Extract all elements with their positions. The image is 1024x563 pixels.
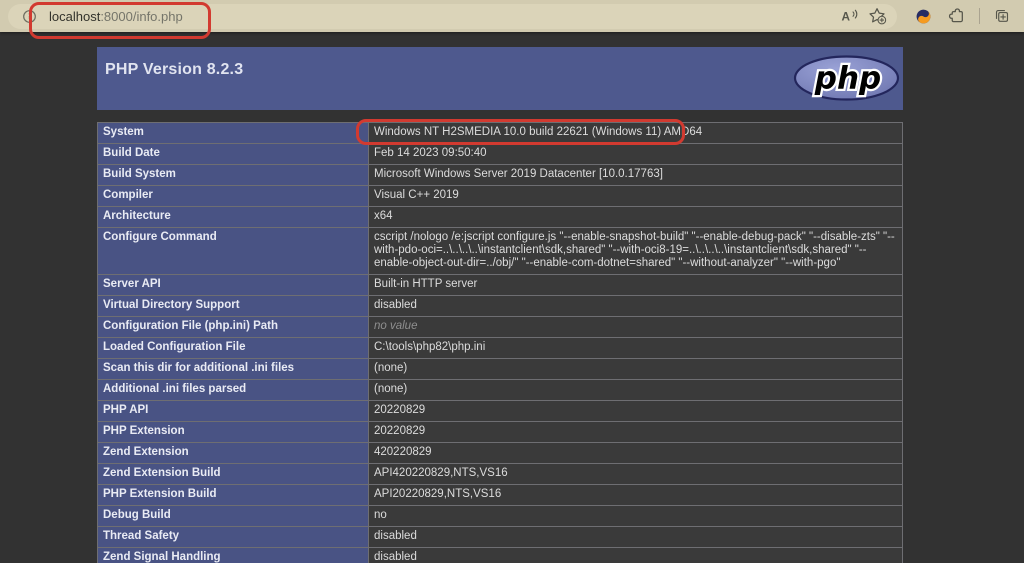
page-title: PHP Version 8.2.3: [97, 47, 903, 79]
table-row: Debug Buildno: [98, 506, 903, 527]
row-value: C:\tools\php82\php.ini: [369, 338, 903, 359]
row-value: 20220829: [369, 401, 903, 422]
table-row: SystemWindows NT H2SMEDIA 10.0 build 226…: [98, 123, 903, 144]
phpinfo-page: PHP Version 8.2.3 php SystemWindows NT H…: [0, 32, 1024, 563]
table-row: Configuration File (php.ini) Pathno valu…: [98, 317, 903, 338]
row-label: Additional .ini files parsed: [98, 380, 369, 401]
svg-text:A: A: [841, 11, 850, 24]
site-info-icon[interactable]: [17, 4, 41, 28]
table-row: PHP API20220829: [98, 401, 903, 422]
table-row: PHP Extension20220829: [98, 422, 903, 443]
table-row: Zend Signal Handlingdisabled: [98, 548, 903, 563]
collections-icon[interactable]: [990, 4, 1014, 28]
row-label: Configure Command: [98, 228, 369, 275]
row-label: Server API: [98, 275, 369, 296]
row-label: System: [98, 123, 369, 144]
row-label: Build System: [98, 165, 369, 186]
url-host: localhost: [49, 9, 100, 24]
row-label: Scan this dir for additional .ini files: [98, 359, 369, 380]
table-row: Zend Extension420220829: [98, 443, 903, 464]
row-label: Architecture: [98, 207, 369, 228]
table-row: Virtual Directory Supportdisabled: [98, 296, 903, 317]
table-row: CompilerVisual C++ 2019: [98, 186, 903, 207]
phpinfo-content: PHP Version 8.2.3 php SystemWindows NT H…: [97, 47, 903, 563]
row-label: Zend Extension: [98, 443, 369, 464]
row-value: x64: [369, 207, 903, 228]
row-value: 20220829: [369, 422, 903, 443]
row-label: Debug Build: [98, 506, 369, 527]
row-value: no: [369, 506, 903, 527]
row-value: (none): [369, 359, 903, 380]
row-label: Zend Signal Handling: [98, 548, 369, 563]
row-value: Microsoft Windows Server 2019 Datacenter…: [369, 165, 903, 186]
row-value: Feb 14 2023 09:50:40: [369, 144, 903, 165]
extensions-puzzle-icon[interactable]: [945, 4, 969, 28]
row-label: PHP Extension: [98, 422, 369, 443]
row-label: PHP API: [98, 401, 369, 422]
address-bar-actions: A: [837, 4, 889, 28]
table-row: PHP Extension BuildAPI20220829,NTS,VS16: [98, 485, 903, 506]
row-value: (none): [369, 380, 903, 401]
row-label: Compiler: [98, 186, 369, 207]
phpinfo-table-body: SystemWindows NT H2SMEDIA 10.0 build 226…: [98, 123, 903, 563]
add-favorites-icon[interactable]: [865, 4, 889, 28]
table-row: Configure Commandcscript /nologo /e:jscr…: [98, 228, 903, 275]
phpinfo-header: PHP Version 8.2.3 php: [97, 47, 903, 110]
row-value: disabled: [369, 548, 903, 563]
address-bar[interactable]: localhost:8000/info.php A: [8, 4, 897, 29]
table-row: Architecturex64: [98, 207, 903, 228]
read-aloud-icon[interactable]: A: [837, 4, 861, 28]
row-value: API20220829,NTS,VS16: [369, 485, 903, 506]
table-row: Zend Extension BuildAPI420220829,NTS,VS1…: [98, 464, 903, 485]
row-value: Built-in HTTP server: [369, 275, 903, 296]
row-label: PHP Extension Build: [98, 485, 369, 506]
phpinfo-table: SystemWindows NT H2SMEDIA 10.0 build 226…: [97, 122, 903, 563]
row-label: Zend Extension Build: [98, 464, 369, 485]
url-path: :8000/info.php: [100, 9, 182, 24]
php-logo: php: [793, 55, 900, 101]
row-value: disabled: [369, 296, 903, 317]
row-value: Visual C++ 2019: [369, 186, 903, 207]
table-row: Thread Safetydisabled: [98, 527, 903, 548]
toolbar-divider: [979, 8, 980, 24]
row-value: cscript /nologo /e:jscript configure.js …: [369, 228, 903, 275]
row-label: Virtual Directory Support: [98, 296, 369, 317]
table-row: Additional .ini files parsed(none): [98, 380, 903, 401]
table-row: Loaded Configuration FileC:\tools\php82\…: [98, 338, 903, 359]
row-value: no value: [369, 317, 903, 338]
table-row: Build SystemMicrosoft Windows Server 201…: [98, 165, 903, 186]
row-value: Windows NT H2SMEDIA 10.0 build 22621 (Wi…: [369, 123, 903, 144]
row-label: Thread Safety: [98, 527, 369, 548]
table-row: Server APIBuilt-in HTTP server: [98, 275, 903, 296]
toolbar-right-actions: [911, 4, 1014, 28]
row-value: disabled: [369, 527, 903, 548]
row-value: 420220829: [369, 443, 903, 464]
php-logo-text: php: [814, 61, 881, 97]
browser-toolbar: localhost:8000/info.php A: [0, 0, 1024, 32]
row-label: Loaded Configuration File: [98, 338, 369, 359]
table-row: Build DateFeb 14 2023 09:50:40: [98, 144, 903, 165]
url-text: localhost:8000/info.php: [49, 9, 183, 24]
row-value: API420220829,NTS,VS16: [369, 464, 903, 485]
extension-logo-icon[interactable]: [911, 4, 935, 28]
row-label: Build Date: [98, 144, 369, 165]
table-row: Scan this dir for additional .ini files(…: [98, 359, 903, 380]
row-label: Configuration File (php.ini) Path: [98, 317, 369, 338]
